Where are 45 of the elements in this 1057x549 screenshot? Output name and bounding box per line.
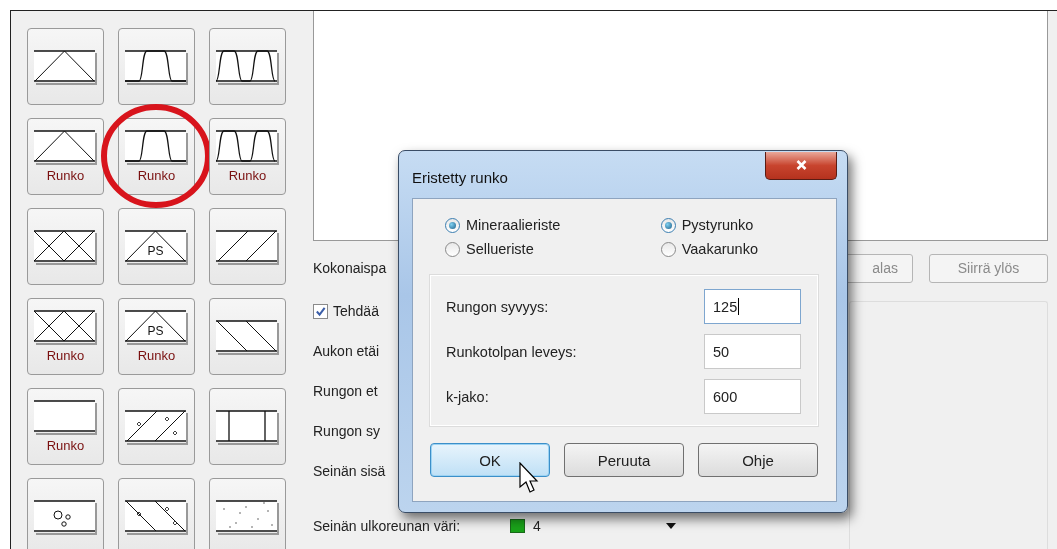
layer-tile[interactable]: PS Runko (118, 298, 195, 375)
dialog-button[interactable]: OK (430, 443, 550, 477)
field-label: Aukon etäi (313, 343, 380, 359)
layer-tile[interactable] (27, 208, 104, 285)
layer-tile[interactable] (209, 388, 286, 465)
dialog-button[interactable]: Ohje (698, 443, 818, 477)
field-label: Runkotolpan leveys: (446, 343, 577, 360)
color-dropdown[interactable]: 4 (500, 514, 691, 538)
layer-tile[interactable] (209, 478, 286, 549)
layer-tile[interactable]: Runko (27, 118, 104, 195)
field-label: Rungon et (313, 383, 378, 399)
field-label: Rungon sy (313, 423, 380, 439)
field-label: Seinän sisä (313, 463, 386, 479)
field-label: Kokonaispa (313, 260, 387, 277)
radio-option[interactable]: Pystyrunko (660, 217, 758, 233)
field-label: Seinän ulkoreunan väri: (313, 518, 461, 534)
dialog-button[interactable]: Peruuta (564, 443, 684, 477)
input-field[interactable]: 125 (704, 289, 801, 324)
input-field[interactable]: 600 (704, 379, 801, 414)
field-label: k-jako: (446, 388, 489, 405)
layer-tile[interactable]: Runko (209, 118, 286, 195)
radio-option[interactable]: Mineraalieriste (445, 217, 561, 233)
close-icon (794, 159, 808, 171)
layer-tile[interactable]: Runko (118, 118, 195, 195)
layer-tile[interactable] (118, 28, 195, 105)
radio-option[interactable]: Vaakarunko (660, 241, 758, 257)
layer-tile[interactable] (209, 298, 286, 375)
input-field[interactable]: 50 (704, 334, 801, 369)
layer-tile[interactable] (118, 388, 195, 465)
field-label: Rungon syvyys: (446, 298, 549, 315)
dropdown-arrow-icon (666, 523, 677, 529)
check-icon (315, 305, 326, 317)
layer-tile[interactable] (27, 28, 104, 105)
layer-tile[interactable] (209, 208, 286, 285)
radio-option[interactable]: Sellueriste (445, 241, 561, 257)
layer-tile[interactable]: Runko (27, 298, 104, 375)
layer-tile[interactable] (118, 478, 195, 549)
layer-tile[interactable] (27, 478, 104, 549)
window-title: Eristetty runko (412, 168, 508, 186)
close-button[interactable] (765, 151, 837, 180)
layer-tile[interactable]: Runko (27, 388, 104, 465)
mouse-pointer-icon (519, 462, 539, 494)
layer-tile[interactable]: PS (118, 208, 195, 285)
checkbox[interactable]: Tehdää (313, 303, 379, 319)
layer-tile[interactable] (209, 28, 286, 105)
